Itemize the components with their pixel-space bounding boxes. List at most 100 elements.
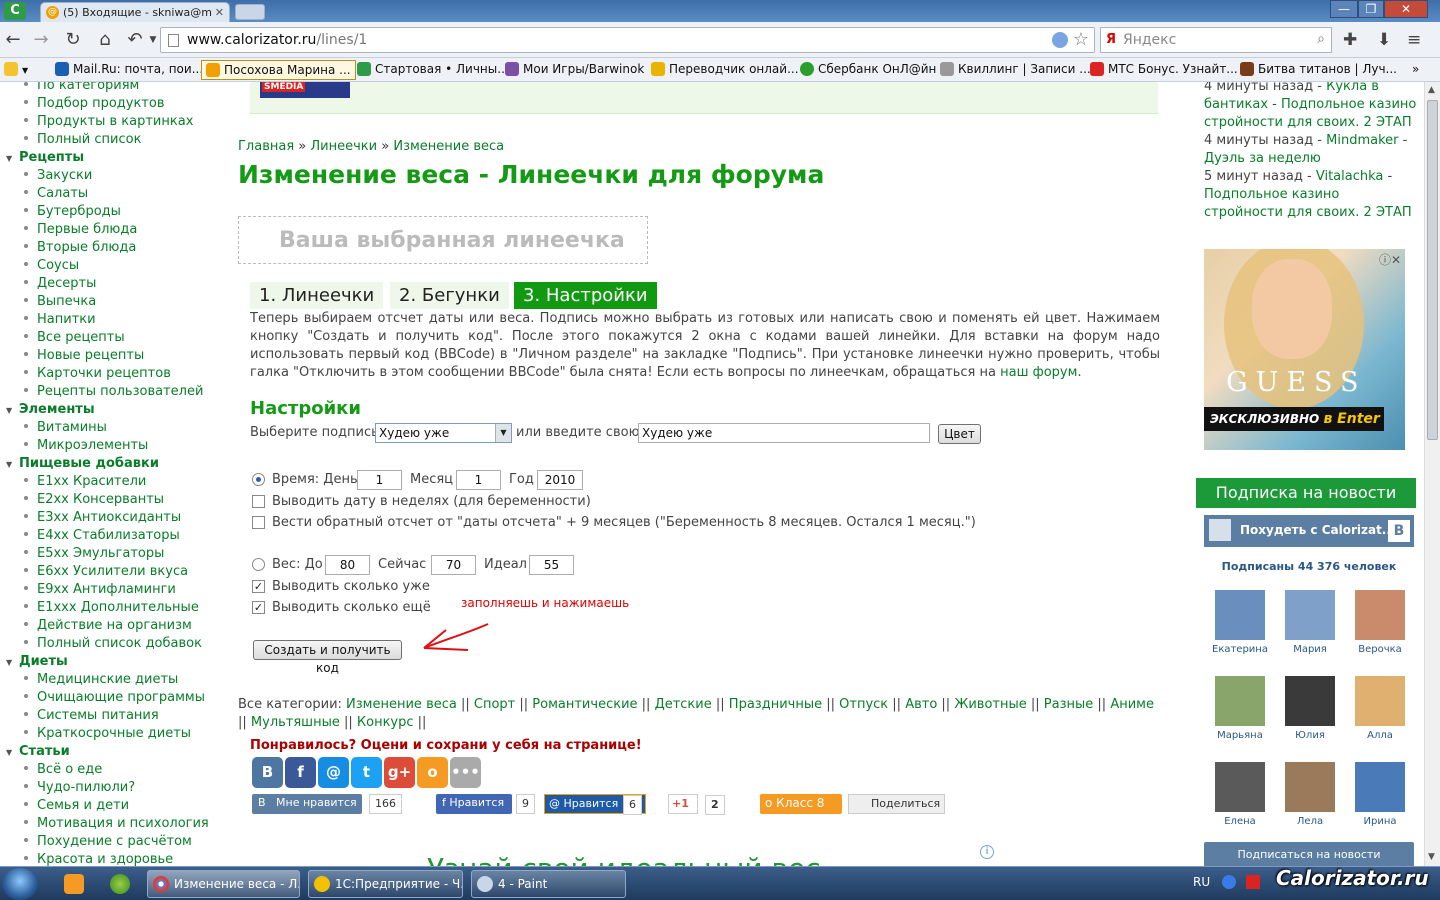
sidebar-item[interactable]: Системы питания xyxy=(24,708,159,723)
close-window-button[interactable]: ✕ xyxy=(1384,0,1428,18)
breadcrumb-lines-link[interactable]: Линеечки xyxy=(310,139,377,154)
bookmarks-more-button[interactable]: » xyxy=(1412,62,1419,76)
share-button[interactable]: Поделиться xyxy=(848,794,945,814)
sidebar-item[interactable]: Чудо-пилюли? xyxy=(24,780,135,795)
top-ad-banner[interactable]: SMEDIA xyxy=(250,82,1158,114)
sidebar-item[interactable]: E3xx Антиоксиданты xyxy=(24,510,181,525)
category-link[interactable]: Изменение веса xyxy=(346,697,457,712)
sidebar-item[interactable]: Выпечка xyxy=(24,294,96,309)
sidebar-item[interactable]: E1xx Красители xyxy=(24,474,146,489)
sidebar-item[interactable]: Новые рецепты xyxy=(24,348,144,363)
forum-link[interactable]: наш форум xyxy=(1000,365,1077,380)
weight-ideal-input[interactable]: 55 xyxy=(529,555,574,575)
sidebar-item[interactable]: Первые блюда xyxy=(24,222,137,237)
close-tab-icon[interactable]: ✕ xyxy=(215,6,224,19)
vk-friend[interactable]: Ирина xyxy=(1350,762,1410,827)
sidebar-category[interactable]: ▼ Рецепты xyxy=(6,150,84,165)
bookmark-item[interactable]: Сбербанк ОнЛ@йн xyxy=(800,62,936,76)
weight-now-input[interactable]: 70 xyxy=(431,555,476,575)
sidebar-item[interactable]: Вторые блюда xyxy=(24,240,136,255)
sidebar-item[interactable]: Карточки рецептов xyxy=(24,366,171,381)
yandex-search-box[interactable]: Я Яндекс ⌕ xyxy=(1100,27,1332,53)
antivirus-tray-icon[interactable] xyxy=(1246,875,1260,889)
sidebar-item[interactable]: Полный список добавок xyxy=(24,636,202,651)
back-arrow-icon[interactable]: ← xyxy=(2,30,24,50)
more-share-icon[interactable]: ••• xyxy=(450,757,481,788)
color-button[interactable]: Цвет xyxy=(938,424,981,444)
sidebar-item[interactable]: Красота и здоровье xyxy=(24,852,173,866)
bookmark-item[interactable]: Квиллинг | Записи ... xyxy=(940,62,1091,76)
show-remaining-checkbox[interactable]: ✓ xyxy=(252,601,265,614)
caption-select[interactable]: Худею уже ▼ xyxy=(375,423,512,443)
forward-arrow-icon[interactable]: → xyxy=(30,30,52,50)
vk-friend[interactable]: Елена xyxy=(1210,762,1270,827)
ok-class-button[interactable]: о Класс 8 xyxy=(760,794,842,814)
time-radio[interactable] xyxy=(252,473,265,486)
sidebar-item[interactable]: Продукты в картинках xyxy=(24,114,193,129)
new-tab-button[interactable] xyxy=(235,4,265,20)
tab-settings[interactable]: 3. Настройки xyxy=(514,282,657,309)
sidebar-item[interactable]: Очищающие программы xyxy=(24,690,205,705)
extension-icon[interactable] xyxy=(1052,32,1068,48)
year-input[interactable]: 2010 xyxy=(537,470,583,490)
countdown-checkbox[interactable] xyxy=(252,516,265,529)
vk-share-icon[interactable]: В xyxy=(252,757,283,788)
scrollbar-thumb[interactable] xyxy=(1427,100,1438,440)
facebook-share-icon[interactable]: f xyxy=(285,757,316,788)
sidebar-item[interactable]: E2xx Консерванты xyxy=(24,492,164,507)
bookmark-item[interactable]: Mail.Ru: почта, пои... xyxy=(55,62,203,76)
sidebar-item[interactable]: Десерты xyxy=(24,276,96,291)
gplus-share-icon[interactable]: g+ xyxy=(384,757,415,788)
weeks-checkbox[interactable] xyxy=(252,495,265,508)
category-link[interactable]: Отпуск xyxy=(839,697,888,712)
address-url[interactable]: www.calorizator.ru/lines/1 xyxy=(187,32,367,48)
bookmark-star-icon[interactable]: ☆ xyxy=(1073,29,1089,50)
sidebar-item[interactable]: Медицинские диеты xyxy=(24,672,178,687)
bookmark-item[interactable]: Посохова Марина ... xyxy=(201,60,356,80)
sidebar-category[interactable]: ▼ Элементы xyxy=(6,402,95,417)
menu-icon[interactable]: ≡ xyxy=(1407,30,1421,50)
sidebar-category[interactable]: ▼ Диеты xyxy=(6,654,68,669)
sidebar-item[interactable]: Соусы xyxy=(24,258,79,273)
sidebar-item[interactable]: Действие на организм xyxy=(24,618,192,633)
bookmark-item[interactable]: Стартовая • Личны... xyxy=(357,62,509,76)
home-icon[interactable]: ⌂ xyxy=(94,30,116,50)
category-link[interactable]: Животные xyxy=(954,697,1026,712)
facebook-like-button[interactable]: f Нравится 9 xyxy=(436,794,535,814)
vk-like-button[interactable]: В Мне нравится 166 xyxy=(252,794,402,814)
feed-topic-link[interactable]: Подпольное казино стройности для своих. … xyxy=(1204,187,1412,220)
vk-friend[interactable]: Мария xyxy=(1280,590,1340,655)
vk-friend[interactable]: Марьяна xyxy=(1210,676,1270,741)
minimize-window-button[interactable]: — xyxy=(1330,0,1358,18)
sidebar-item[interactable]: Семья и дети xyxy=(24,798,129,813)
category-link[interactable]: Конкурс xyxy=(357,715,414,730)
category-link[interactable]: Спорт xyxy=(474,697,515,712)
sidebar-item[interactable]: Витамины xyxy=(24,420,107,435)
sidebar-item[interactable]: Все рецепты xyxy=(24,330,125,345)
sidebar-category[interactable]: ▼ Статьи xyxy=(6,744,70,759)
network-tray-icon[interactable] xyxy=(1222,875,1236,889)
sidebar-item[interactable]: E4xx Стабилизаторы xyxy=(24,528,180,543)
caption-text-input[interactable]: Худею уже xyxy=(638,423,930,443)
category-link[interactable]: Аниме xyxy=(1110,697,1154,712)
vk-group-name[interactable]: Похудеть с Calorizat... xyxy=(1240,523,1395,537)
category-link[interactable]: Праздничные xyxy=(729,697,822,712)
category-link[interactable]: Романтические xyxy=(532,697,637,712)
bookmarks-folder-icon[interactable]: ▼ xyxy=(4,62,28,76)
day-input[interactable]: 1 xyxy=(357,470,402,490)
taskbar-paint-window[interactable]: 4 - Paint xyxy=(471,870,626,898)
show-lost-checkbox[interactable]: ✓ xyxy=(252,580,265,593)
twitter-share-icon[interactable]: t xyxy=(351,757,382,788)
sidebar-category[interactable]: ▼ Пищевые добавки xyxy=(6,456,159,471)
reload-icon[interactable]: ↻ xyxy=(62,30,84,50)
search-icon[interactable]: ⌕ xyxy=(1317,31,1325,47)
sidebar-item[interactable]: Закуски xyxy=(24,168,92,183)
mailru-share-icon[interactable]: @ xyxy=(318,757,349,788)
vk-friend[interactable]: Верочка xyxy=(1350,590,1410,655)
sidebar-item[interactable]: Салаты xyxy=(24,186,88,201)
category-link[interactable]: Авто xyxy=(905,697,937,712)
sidebar-item[interactable]: E1xxx Дополнительные xyxy=(24,600,199,615)
odnoklassniki-icon[interactable] xyxy=(64,874,84,894)
address-bar[interactable]: www.calorizator.ru/lines/1 ☆ xyxy=(160,27,1095,53)
vk-friend[interactable]: Лела xyxy=(1280,762,1340,827)
